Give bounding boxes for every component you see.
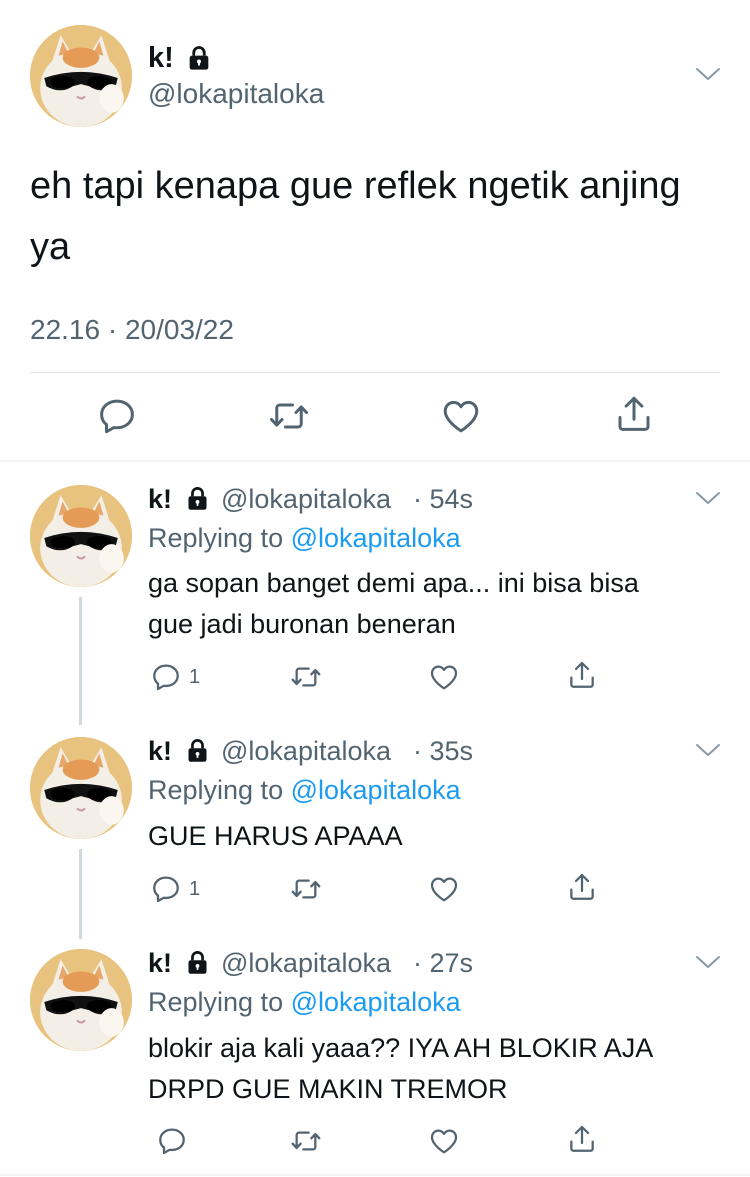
chevron-down-icon[interactable]: [695, 66, 721, 82]
tweet-age[interactable]: · 27s: [413, 948, 473, 979]
reply-text-line-1: blokir aja kali yaaa?? IYA AH BLOKIR AJA: [148, 1033, 654, 1063]
like-icon[interactable]: [440, 395, 482, 437]
replying-to-label: Replying to: [148, 987, 284, 1017]
lock-icon: [184, 949, 211, 976]
lock-icon: [185, 44, 213, 72]
reply-icon[interactable]: [96, 395, 138, 437]
reply-icon[interactable]: [150, 661, 182, 693]
reply-count: 1: [189, 878, 201, 900]
reply-icon[interactable]: [150, 873, 182, 905]
replying-to-label: Replying to: [148, 523, 284, 553]
user-handle[interactable]: @lokapitaloka: [148, 78, 324, 110]
share-icon[interactable]: [566, 1123, 598, 1155]
replying-to: Replying to @lokapitaloka: [148, 775, 461, 806]
tweet-text-line-2: ya: [30, 226, 71, 268]
avatar-image: [30, 485, 132, 587]
avatar[interactable]: [30, 25, 132, 127]
section-divider: [0, 460, 750, 462]
tweet-age[interactable]: · 35s: [413, 736, 473, 767]
user-handle[interactable]: @lokapitaloka: [221, 736, 391, 767]
thread-line: [79, 597, 82, 725]
share-icon[interactable]: [613, 393, 655, 435]
retweet-icon[interactable]: [290, 1125, 322, 1157]
reply-text-line-1: ga sopan banget demi apa... ini bisa bis…: [148, 568, 639, 598]
reply-count: 1: [189, 666, 201, 688]
like-icon[interactable]: [428, 661, 460, 693]
divider: [30, 372, 720, 373]
replying-to: Replying to @lokapitaloka: [148, 987, 461, 1018]
replying-to-link[interactable]: @lokapitaloka: [291, 523, 461, 553]
display-name[interactable]: k!: [148, 948, 172, 979]
user-handle[interactable]: @lokapitaloka: [221, 948, 391, 979]
replying-to-link[interactable]: @lokapitaloka: [291, 987, 461, 1017]
lock-icon: [184, 737, 211, 764]
display-name[interactable]: k!: [148, 736, 172, 767]
bottom-divider: [0, 1174, 750, 1176]
lock-icon: [184, 485, 211, 512]
avatar[interactable]: [30, 485, 132, 587]
tweet-age[interactable]: · 54s: [413, 484, 473, 515]
like-icon[interactable]: [428, 873, 460, 905]
like-icon[interactable]: [428, 1125, 460, 1157]
reply-text-line-1: GUE HARUS APAAA: [148, 821, 403, 851]
share-icon[interactable]: [566, 659, 598, 691]
avatar[interactable]: [30, 949, 132, 1051]
avatar-image: [30, 737, 132, 839]
chevron-down-icon[interactable]: [695, 490, 721, 506]
reply-text-line-2: gue jadi buronan beneran: [148, 609, 456, 639]
chevron-down-icon[interactable]: [695, 742, 721, 758]
retweet-icon[interactable]: [290, 873, 322, 905]
avatar[interactable]: [30, 737, 132, 839]
replying-to-link[interactable]: @lokapitaloka: [291, 775, 461, 805]
share-icon[interactable]: [566, 871, 598, 903]
replying-to: Replying to @lokapitaloka: [148, 523, 461, 554]
reply-text-line-2: DRPD GUE MAKIN TREMOR: [148, 1074, 508, 1104]
thread-line: [79, 849, 82, 939]
avatar-image: [30, 949, 132, 1051]
retweet-icon[interactable]: [268, 395, 310, 437]
chevron-down-icon[interactable]: [695, 954, 721, 970]
display-name[interactable]: k!: [148, 42, 174, 75]
avatar-image: [30, 25, 132, 127]
display-name[interactable]: k!: [148, 484, 172, 515]
tweet-timestamp[interactable]: 22.16 · 20/03/22: [30, 314, 234, 346]
user-handle[interactable]: @lokapitaloka: [221, 484, 391, 515]
reply-icon[interactable]: [156, 1125, 188, 1157]
tweet-text-line-1: eh tapi kenapa gue reflek ngetik anjing: [30, 165, 681, 207]
retweet-icon[interactable]: [290, 661, 322, 693]
replying-to-label: Replying to: [148, 775, 284, 805]
